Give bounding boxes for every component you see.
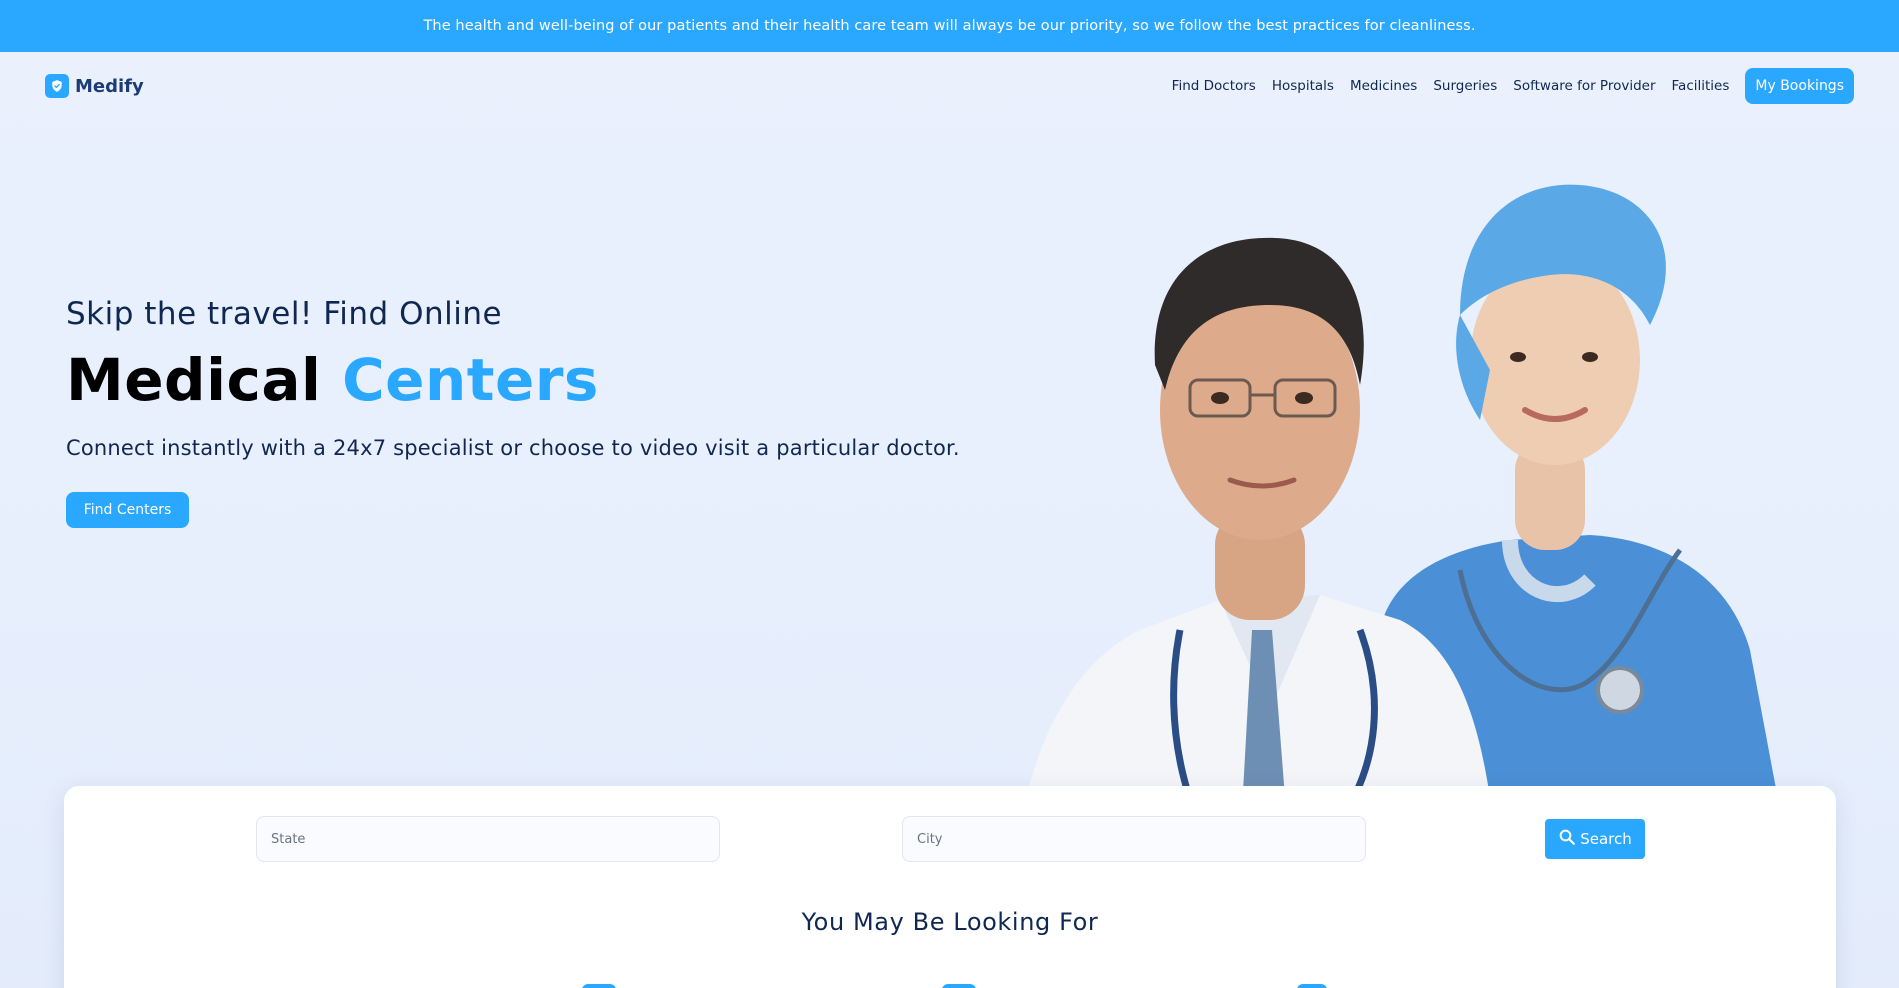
shield-check-icon (45, 74, 69, 98)
nav-link-medicines[interactable]: Medicines (1350, 78, 1417, 94)
hero-title: Medical Centers (66, 346, 960, 414)
category-icon[interactable] (942, 984, 976, 988)
top-banner: The health and well-being of our patient… (0, 0, 1899, 52)
category-icon[interactable] (582, 984, 616, 988)
nav-links: Find Doctors Hospitals Medicines Surgeri… (1172, 68, 1854, 104)
category-icon[interactable] (1297, 984, 1327, 988)
doctor-and-nurse-illustration (990, 110, 1870, 900)
find-centers-button[interactable]: Find Centers (66, 492, 189, 528)
nav-link-find-doctors[interactable]: Find Doctors (1172, 78, 1256, 94)
nav-link-surgeries[interactable]: Surgeries (1433, 78, 1497, 94)
search-card: State City Search You May Be Looking For (64, 786, 1836, 988)
nav-link-hospitals[interactable]: Hospitals (1272, 78, 1334, 94)
nav-link-facilities[interactable]: Facilities (1672, 78, 1730, 94)
search-button-label: Search (1580, 830, 1632, 848)
hero-subtitle: Skip the travel! Find Online (66, 296, 503, 332)
hero-description: Connect instantly with a 24x7 specialist… (66, 436, 960, 460)
search-icon (1558, 828, 1576, 850)
my-bookings-button[interactable]: My Bookings (1745, 68, 1854, 104)
section-title: You May Be Looking For (801, 908, 1099, 936)
hero-title-main: Medical (66, 346, 322, 414)
nav-link-software-for-provider[interactable]: Software for Provider (1513, 78, 1655, 94)
hero-text: Skip the travel! Find Online Medical Cen… (66, 296, 960, 460)
brand-name: Medify (75, 75, 144, 97)
hero-title-accent: Centers (342, 346, 599, 414)
logo[interactable]: Medify (45, 74, 144, 98)
banner-text: The health and well-being of our patient… (423, 18, 1476, 34)
search-button[interactable]: Search (1545, 819, 1645, 859)
city-input[interactable]: City (902, 816, 1366, 862)
state-input[interactable]: State (256, 816, 720, 862)
